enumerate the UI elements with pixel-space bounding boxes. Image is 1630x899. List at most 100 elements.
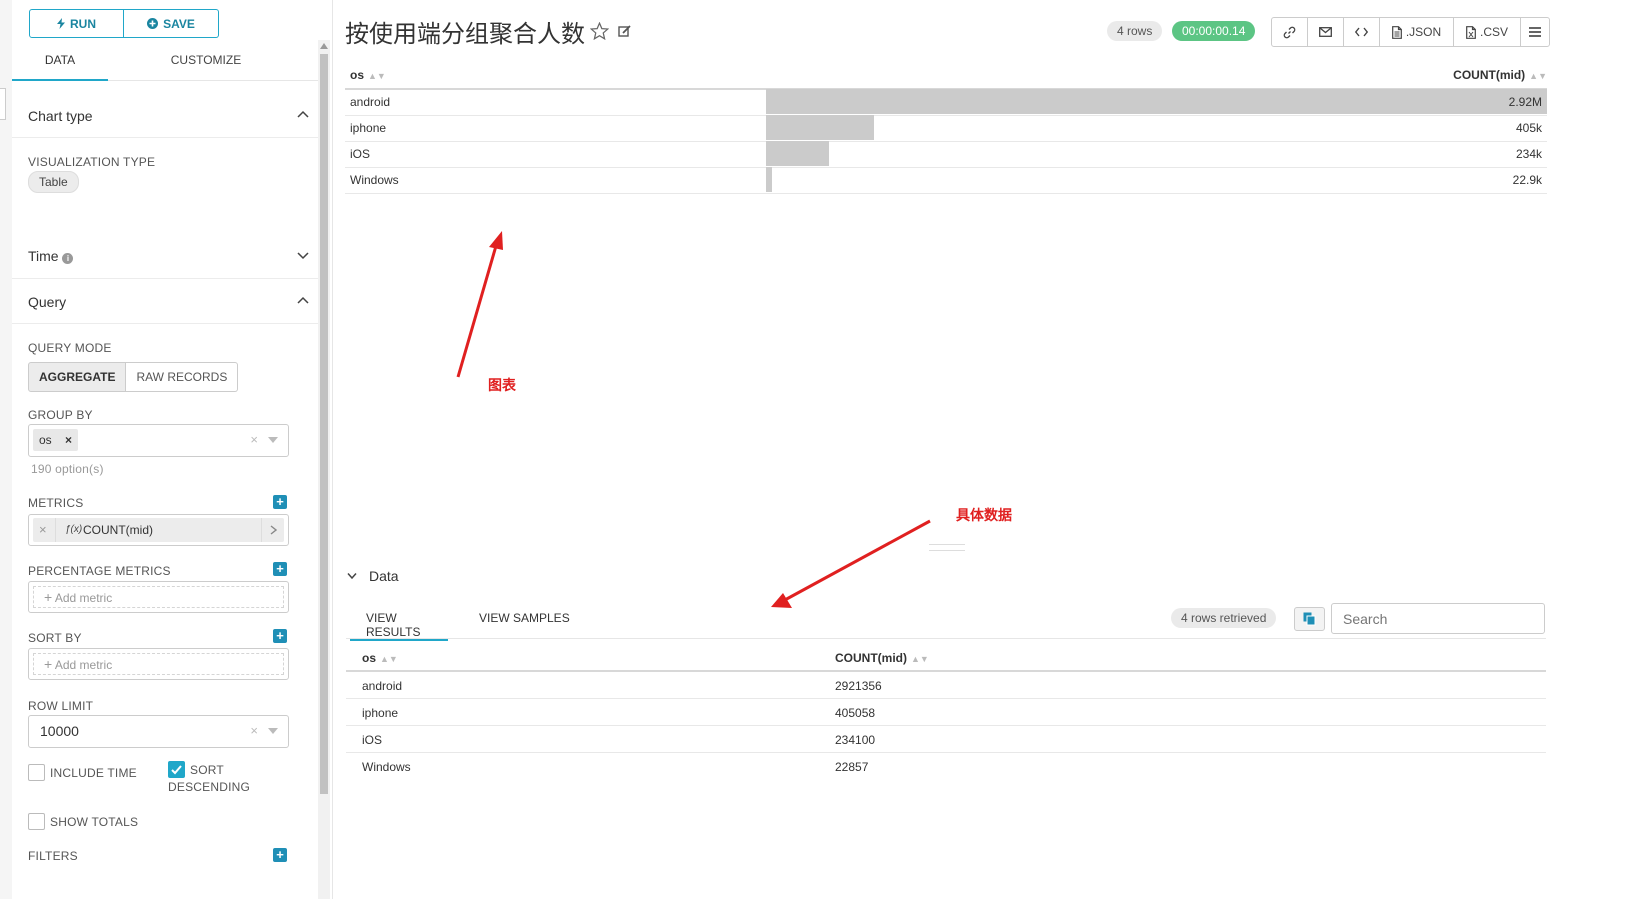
add-metric-icon[interactable]: + — [273, 495, 287, 509]
cell-os: iphone — [362, 706, 399, 720]
scrollbar-thumb[interactable] — [320, 54, 328, 794]
copy-icon — [1303, 612, 1316, 626]
clear-icon[interactable]: × — [250, 432, 258, 447]
show-totals-checkbox[interactable] — [28, 813, 45, 830]
tab-view-samples[interactable]: VIEW SAMPLES — [479, 603, 579, 639]
sort-by-input[interactable]: + Add metric — [28, 648, 289, 680]
section-chart-type-label: Chart type — [28, 108, 93, 124]
search-input[interactable] — [1331, 603, 1545, 634]
annotation-arrow-data — [771, 519, 931, 608]
panel-scrollbar[interactable] — [318, 40, 330, 899]
file-icon — [1391, 25, 1402, 39]
chart-row-os: android — [350, 95, 391, 109]
edit-icon[interactable] — [618, 24, 632, 38]
cell-os: android — [362, 679, 403, 693]
plus-icon: + — [44, 589, 53, 605]
table-row: iOS 234100 — [346, 726, 1546, 753]
results-header-os[interactable]: os ▲▼ — [362, 651, 398, 665]
info-icon: i — [62, 253, 74, 264]
add-filter-icon[interactable]: + — [273, 848, 287, 862]
add-percentage-metric-icon[interactable]: + — [273, 562, 287, 576]
annotation-data-label: 具体数据 — [956, 508, 1012, 524]
save-label: SAVE — [163, 16, 195, 31]
link-button[interactable] — [1272, 18, 1308, 46]
metrics-select[interactable]: × ƒ(x) COUNT(mid) — [28, 514, 289, 546]
chart-table-row: Windows 22.9k — [345, 167, 1547, 194]
tab-view-results[interactable]: VIEW RESULTS — [350, 603, 448, 641]
section-time-label: Time — [28, 248, 59, 264]
plus-circle-icon — [147, 18, 159, 29]
group-by-label: GROUP BY — [28, 408, 93, 422]
results-header-count[interactable]: COUNT(mid) ▲▼ — [835, 651, 929, 665]
run-button[interactable]: RUN — [29, 9, 124, 38]
include-time-checkbox[interactable] — [28, 764, 45, 781]
caret-down-icon[interactable] — [268, 437, 278, 443]
divider — [12, 137, 318, 138]
table-row: Windows 22857 — [346, 753, 1546, 779]
sort-icon[interactable]: ▲▼ — [380, 654, 398, 664]
chart-row-os: Windows — [350, 173, 399, 187]
query-time-badge: 00:00:00.14 — [1172, 21, 1256, 41]
scroll-up-icon[interactable] — [320, 43, 328, 49]
collapse-chevron-icon[interactable] — [347, 572, 357, 580]
sort-icon[interactable]: ▲▼ — [911, 654, 929, 664]
chart-row-value: 234k — [1515, 147, 1542, 161]
row-limit-value: 10000 — [40, 723, 79, 739]
annotation-arrow-chart — [456, 231, 503, 378]
sort-by-label: SORT BY — [28, 631, 82, 645]
group-by-options-count: 190 option(s) — [31, 462, 104, 476]
tab-customize[interactable]: CUSTOMIZE — [132, 40, 280, 80]
chart-row-os: iphone — [350, 121, 387, 135]
email-button[interactable] — [1308, 18, 1344, 46]
sort-descending-checkbox[interactable] — [168, 761, 185, 778]
chevron-right-icon[interactable] — [270, 525, 277, 535]
check-icon — [171, 765, 182, 775]
section-chart-type[interactable]: Chart type — [28, 108, 310, 124]
group-by-tag: os × — [33, 429, 79, 451]
chart-title[interactable]: 按使用端分组聚合人数 — [345, 14, 585, 49]
metric-chip[interactable]: × ƒ(x) COUNT(mid) — [33, 518, 284, 542]
metric-remove-icon[interactable]: × — [39, 522, 47, 537]
export-csv-button[interactable]: .CSV — [1454, 18, 1521, 46]
group-by-select[interactable]: os × × — [28, 424, 289, 457]
query-mode-raw[interactable]: RAW RECORDS — [126, 362, 239, 392]
run-label: RUN — [70, 16, 96, 31]
copy-button[interactable] — [1294, 607, 1325, 631]
tag-remove-icon[interactable]: × — [65, 433, 72, 447]
row-limit-label: ROW LIMIT — [28, 699, 94, 713]
resize-handle[interactable] — [929, 544, 965, 551]
caret-down-icon[interactable] — [268, 728, 278, 734]
export-json-button[interactable]: .JSON — [1380, 18, 1454, 46]
chart-table-header-count[interactable]: COUNT(mid) ▲▼ — [1453, 68, 1547, 82]
control-panel: RUN SAVE DATA CUSTOMIZE Chart type VISUA… — [12, 0, 333, 899]
percentage-metrics-input[interactable]: + Add metric — [28, 581, 289, 613]
section-time[interactable]: Time i — [28, 248, 310, 264]
section-query[interactable]: Query — [28, 294, 310, 310]
cell-count: 2921356 — [835, 679, 882, 693]
chevron-down-icon — [297, 252, 309, 260]
chart-table-header-os[interactable]: os ▲▼ — [350, 68, 386, 82]
add-metric-placeholder[interactable]: + Add metric — [33, 653, 284, 675]
chart-bar — [766, 141, 829, 166]
save-button[interactable]: SAVE — [124, 9, 219, 38]
add-metric-placeholder[interactable]: + Add metric — [33, 586, 284, 608]
sort-icon[interactable]: ▲▼ — [1529, 71, 1547, 81]
data-pane-title[interactable]: Data — [369, 568, 399, 584]
divider — [12, 278, 318, 279]
tab-view-results-label: VIEW RESULTS — [366, 611, 421, 639]
tab-data[interactable]: DATA — [12, 40, 108, 81]
clear-icon[interactable]: × — [250, 723, 258, 738]
add-sort-icon[interactable]: + — [273, 629, 287, 643]
rows-badge: 4 rows — [1107, 21, 1163, 41]
cell-count: 405058 — [835, 706, 876, 720]
visualization-type-pill[interactable]: Table — [28, 171, 79, 193]
chart-row-os: iOS — [350, 147, 371, 161]
embed-code-button[interactable] — [1344, 18, 1380, 46]
row-limit-select[interactable]: 10000 × — [28, 715, 289, 748]
cell-count: 234100 — [835, 733, 876, 747]
collapse-handle[interactable] — [0, 88, 6, 120]
more-menu-button[interactable] — [1521, 18, 1549, 46]
sort-icon[interactable]: ▲▼ — [368, 71, 386, 81]
star-icon[interactable] — [590, 22, 609, 40]
query-mode-aggregate[interactable]: AGGREGATE — [28, 362, 127, 392]
